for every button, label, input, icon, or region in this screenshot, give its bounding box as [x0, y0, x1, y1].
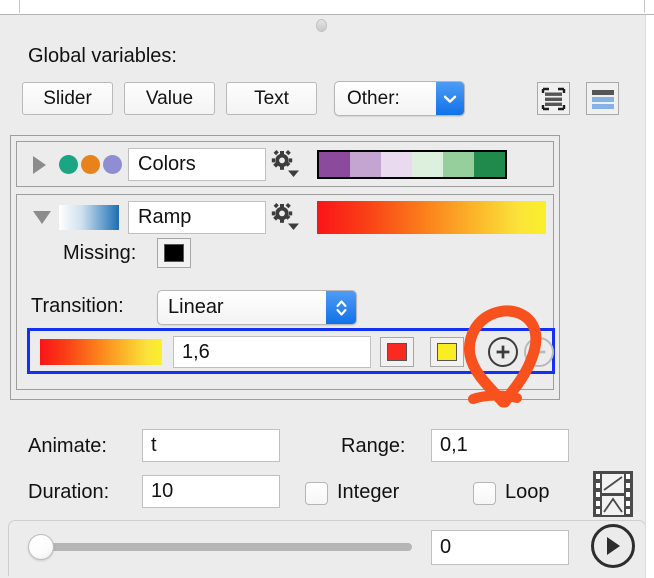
colors-preview-swatches[interactable] — [317, 150, 507, 179]
gradient-thumb-icon — [59, 205, 119, 230]
three-dots-icon-dot-3 — [103, 155, 122, 174]
triangle-right-icon[interactable] — [33, 156, 46, 174]
film-strip-icon[interactable] — [592, 470, 634, 518]
duration-input[interactable]: 10 — [142, 475, 280, 508]
splitter-grip-handle[interactable] — [316, 19, 327, 32]
stop-gradient-preview[interactable] — [40, 339, 162, 365]
other-dropdown[interactable]: Other: — [334, 81, 465, 116]
missing-label: Missing: — [63, 242, 137, 264]
integer-checkbox[interactable] — [305, 482, 328, 505]
current-time-input[interactable]: 0 — [431, 530, 569, 565]
stop-end-color-well[interactable] — [430, 337, 464, 367]
animate-input[interactable]: t — [142, 429, 280, 462]
chevron-down-icon — [436, 82, 464, 115]
upper-content-inner — [19, 0, 645, 13]
transition-select[interactable]: Linear — [157, 290, 357, 325]
right-scroll-edge — [645, 15, 654, 578]
three-dots-icon-dot-1 — [59, 155, 78, 174]
loop-checkbox[interactable] — [473, 482, 496, 505]
variable-name-colors[interactable]: Colors — [128, 148, 266, 181]
add-slider-button[interactable]: Slider — [22, 82, 113, 115]
other-dropdown-label: Other: — [347, 87, 400, 109]
gradient-stop-row-selected[interactable]: 1,6 — [27, 328, 555, 374]
variable-row-colors[interactable]: Colors — [16, 141, 554, 187]
stop-value-input[interactable]: 1,6 — [173, 336, 371, 368]
add-value-button[interactable]: Value — [124, 82, 215, 115]
duration-label: Duration: — [28, 481, 110, 503]
up-down-chevron-icon — [326, 291, 356, 324]
variable-row-ramp[interactable]: Ramp Missing: Transition: Linear 1,6 — [16, 194, 555, 390]
gear-menu-icon[interactable] — [269, 202, 301, 232]
variable-name-ramp[interactable]: Ramp — [128, 201, 266, 234]
triangle-down-icon[interactable] — [33, 211, 51, 224]
loop-label: Loop — [505, 481, 550, 503]
list-view-icon[interactable] — [537, 82, 570, 115]
gear-menu-icon[interactable] — [269, 149, 301, 179]
remove-stop-button[interactable] — [524, 337, 554, 367]
range-input[interactable]: 0,1 — [431, 429, 569, 462]
upper-content-area — [0, 0, 654, 15]
three-dots-icon-dot-2 — [81, 155, 100, 174]
add-stop-button[interactable] — [488, 337, 518, 367]
variables-group-panel: Colors Ramp Missing: Transition: Linear … — [10, 135, 560, 400]
add-text-button[interactable]: Text — [226, 82, 317, 115]
transition-label: Transition: — [31, 295, 124, 317]
ramp-preview-gradient[interactable] — [317, 201, 546, 234]
global-variables-label: Global variables: — [28, 45, 177, 67]
integer-label: Integer — [337, 481, 400, 503]
variables-panel: Global variables: Slider Value Text Othe… — [0, 0, 654, 578]
time-slider-knob[interactable] — [28, 534, 54, 560]
table-view-icon[interactable] — [586, 82, 619, 115]
missing-color-well[interactable] — [157, 238, 191, 268]
play-button-icon[interactable] — [591, 524, 635, 568]
transition-select-value: Linear — [168, 296, 224, 318]
animate-label: Animate: — [28, 435, 107, 457]
range-label: Range: — [341, 435, 406, 457]
time-slider-track[interactable] — [48, 543, 412, 551]
stop-start-color-well[interactable] — [380, 337, 414, 367]
